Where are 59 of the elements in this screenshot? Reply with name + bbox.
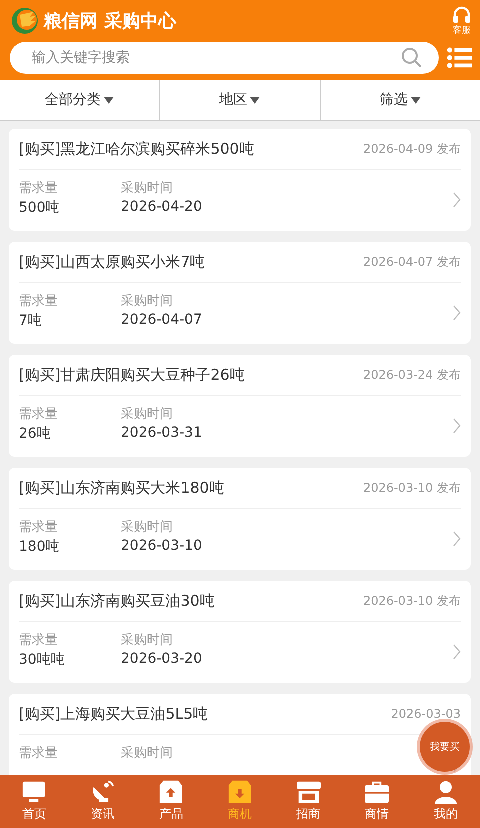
market-icon: [364, 780, 390, 804]
listing-title: [购买]山西太原购买小米7吨: [19, 252, 206, 272]
purchase-date-value: 2026-04-07: [121, 312, 202, 328]
purchase-date-value: 2026-03-31: [121, 425, 202, 441]
quantity-value: 7吨: [19, 312, 43, 330]
purchase-date-label: 采购时间: [121, 293, 174, 310]
quantity-label: 需求量: [19, 180, 59, 197]
listing-card[interactable]: [购买]甘肃庆阳购买大豆种子26吨 2026-03-24 发布 需求量 26吨 采购时间 2026-03-31: [9, 355, 471, 457]
quantity-label: 需求量: [19, 293, 59, 310]
quantity-label: 需求量: [19, 519, 59, 536]
app-title: 粮信网 采购中心: [44, 10, 178, 33]
posted-date: 2026-03-10 发布: [363, 480, 461, 496]
listing-title: [购买]上海购买大豆油5L5吨: [19, 704, 208, 724]
nav-tab[interactable]: 产品: [137, 775, 206, 828]
purchase-date-label: 采购时间: [121, 180, 174, 197]
shop-icon: [296, 780, 322, 804]
listing-title: [购买]山东济南购买大米180吨: [19, 478, 224, 498]
listing-title: [购买]山东济南购买豆油30吨: [19, 592, 215, 610]
purchase-date-label: 采购时间: [121, 519, 174, 536]
search-field[interactable]: 输入关键字搜索: [10, 42, 439, 74]
quantity-value: 180吨: [19, 538, 61, 556]
posted-date: 2026-04-09 发布: [363, 140, 461, 158]
nav-tab[interactable]: 我的: [411, 775, 480, 828]
search-icon[interactable]: [401, 47, 423, 69]
me-icon: [432, 780, 459, 804]
purchase-date-label: 采购时间: [121, 632, 174, 649]
listing-card[interactable]: [购买]黑龙江哈尔滨购买碎米500吨 2026-04-09 发布 需求量 500吨 采购时间 2026-04-20: [9, 129, 471, 231]
caret-icon: [410, 96, 421, 104]
listing-title: [购买]甘肃庆阳购买大豆种子26吨: [19, 366, 245, 384]
nav-tab[interactable]: 资讯: [68, 775, 138, 828]
listing-title: [购买]黑龙江哈尔滨购买碎米500吨: [19, 140, 254, 158]
home-icon: [21, 780, 48, 804]
purchase-date-label: 采购时间: [121, 406, 174, 423]
caret-icon: [250, 96, 260, 104]
business-icon: [227, 780, 254, 804]
logo-icon: [10, 6, 40, 36]
quantity-value: 500吨: [19, 199, 61, 217]
listing-card[interactable]: [购买]山东济南购买豆油30吨 2026-03-10 发布 需求量 30吨吨 采购时间 2026-03-20: [9, 581, 471, 683]
caret-icon: [104, 96, 114, 104]
posted-date: 2026-04-07 发布: [363, 254, 461, 270]
posted-date: 2026-03-24 发布: [363, 366, 461, 384]
product-icon: [158, 780, 184, 804]
listing-card[interactable]: [购买]山东济南购买大米180吨 2026-03-10 发布 需求量 180吨 采购时间 2026-03-10: [9, 468, 471, 570]
posted-date: 2026-03-10 发布: [363, 592, 461, 610]
purchase-date-value: 2026-03-20: [121, 651, 202, 667]
listing-card[interactable]: [购买]山西太原购买小米7吨 2026-04-07 发布 需求量 7吨 采购时间 2026-04-07: [9, 242, 471, 344]
nav-tab[interactable]: 招商: [274, 775, 343, 828]
menu-icon[interactable]: [447, 47, 472, 69]
posted-date: 2026-03-03: [391, 707, 461, 721]
purchase-date-value: 2026-03-10: [121, 538, 202, 554]
purchase-date-label: 采购时间: [121, 745, 173, 762]
quantity-value: 30吨吨: [19, 651, 66, 669]
purchase-date-value: 2026-04-20: [121, 199, 202, 215]
quantity-label: 需求量: [19, 406, 59, 423]
quantity-label: 需求量: [19, 745, 59, 762]
quantity-value: 26吨: [19, 425, 52, 443]
quantity-label: 需求量: [19, 632, 59, 649]
nav-tab[interactable]: 商情: [342, 775, 412, 828]
nav-tab[interactable]: 首页: [0, 775, 69, 828]
